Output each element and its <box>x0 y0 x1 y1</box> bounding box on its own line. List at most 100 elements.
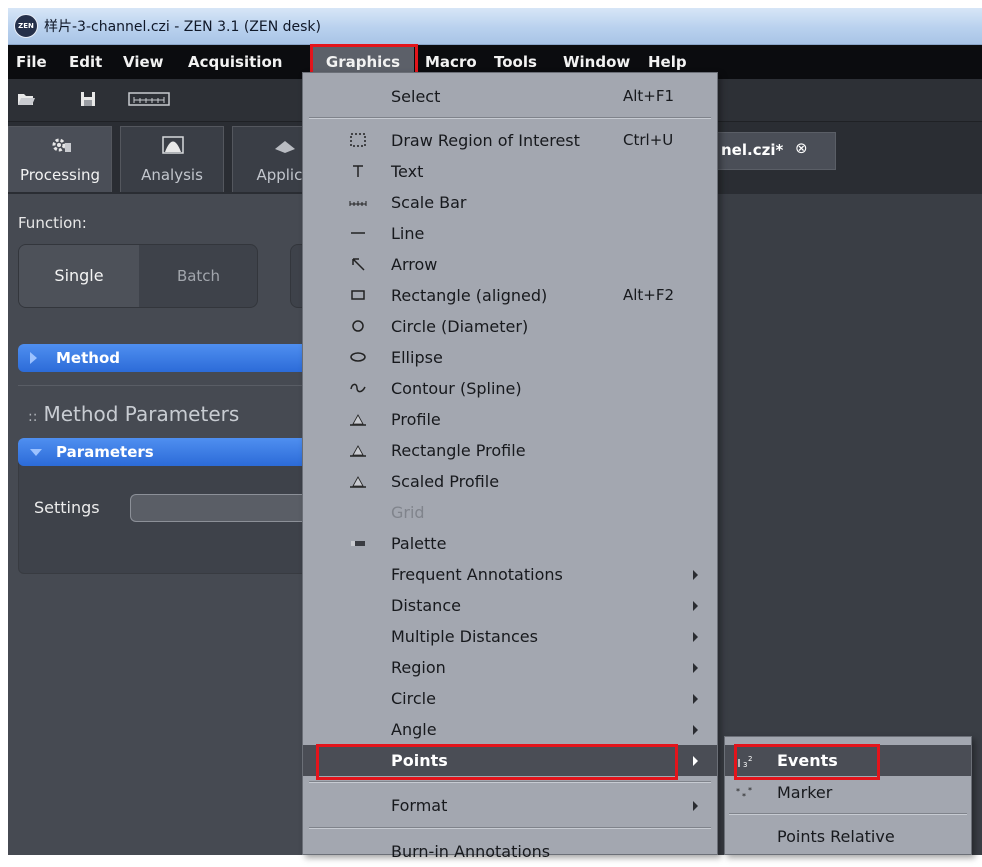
menu-item-label: Grid <box>391 503 425 522</box>
menu-separator <box>729 814 967 815</box>
spline-icon <box>350 383 366 393</box>
submenu-arrow-icon <box>693 663 698 673</box>
menu-item-label: Profile <box>391 410 441 429</box>
menu-item-arrow[interactable]: Arrow <box>303 249 717 280</box>
text-icon <box>353 165 363 177</box>
menu-item-distance[interactable]: Distance <box>303 590 717 621</box>
menu-item-multiple-distances[interactable]: Multiple Distances <box>303 621 717 652</box>
menu-item-label: Line <box>391 224 425 243</box>
menu-item-ellipse[interactable]: Ellipse <box>303 342 717 373</box>
shortcut-label: Alt+F2 <box>623 286 675 304</box>
menu-item-region[interactable]: Region <box>303 652 717 683</box>
ellipse-icon <box>350 352 366 362</box>
events-icon: 32 <box>738 755 752 769</box>
menu-item-label: Frequent Annotations <box>391 565 563 584</box>
menu-item-frequent-annotations[interactable]: Frequent Annotations <box>303 559 717 590</box>
batch-button[interactable]: Batch <box>140 245 257 307</box>
roi-icon <box>350 133 366 147</box>
menu-item-grid: Grid <box>303 497 717 528</box>
menu-separator <box>309 782 711 783</box>
menu-item-label: Palette <box>391 534 447 553</box>
menu-view[interactable]: View <box>123 45 164 79</box>
tab-processing-label: Processing <box>19 166 101 184</box>
document-tab[interactable]: nel.czi* ⊗ <box>708 132 836 170</box>
points-submenu: 32 Events * * * Marker Points Relative <box>724 736 972 855</box>
submenu-arrow-icon <box>693 694 698 704</box>
menu-item-format[interactable]: Format <box>303 790 717 821</box>
method-parameters-title: :: Method Parameters <box>28 402 239 426</box>
close-icon[interactable]: ⊗ <box>795 139 808 157</box>
submenu-arrow-icon <box>693 570 698 580</box>
menu-item-label: Circle <box>391 689 436 708</box>
method-label: Method <box>56 349 120 367</box>
menu-item-label: Points <box>391 751 448 770</box>
menu-item-points[interactable]: Points <box>303 745 717 776</box>
scale-bar-icon[interactable] <box>128 89 170 109</box>
menu-item-scale-bar[interactable]: Scale Bar <box>303 187 717 218</box>
scaled-profile-icon <box>350 476 366 488</box>
settings-dropdown[interactable] <box>130 494 321 522</box>
shortcut-label: Alt+F1 <box>623 87 675 105</box>
settings-label: Settings <box>34 498 100 517</box>
method-parameters-label: Method Parameters <box>43 402 240 426</box>
open-folder-icon[interactable] <box>16 89 36 109</box>
submenu-item-marker[interactable]: * * * Marker <box>725 777 971 808</box>
circle-icon <box>352 320 364 332</box>
tab-processing[interactable]: Processing <box>8 126 112 192</box>
menu-acquisition[interactable]: Acquisition <box>188 45 282 79</box>
gear-icon <box>52 138 71 152</box>
menu-item-select[interactable]: Select Alt+F1 <box>303 81 717 112</box>
submenu-arrow-icon <box>693 801 698 811</box>
menu-item-burn-in[interactable]: Burn-in Annotations <box>303 836 717 867</box>
rectangle-profile-icon <box>350 445 366 457</box>
profile-icon <box>350 414 366 426</box>
menu-item-label: Rectangle (aligned) <box>391 286 548 305</box>
tab-analysis[interactable]: Analysis <box>120 126 224 192</box>
menu-item-draw-region[interactable]: Draw Region of Interest Ctrl+U <box>303 125 717 156</box>
menu-item-label: Region <box>391 658 446 677</box>
menu-item-angle[interactable]: Angle <box>303 714 717 745</box>
menu-item-contour[interactable]: Contour (Spline) <box>303 373 717 404</box>
rectangle-icon <box>351 290 365 300</box>
menu-item-label: Distance <box>391 596 461 615</box>
submenu-item-label: Points Relative <box>777 827 895 846</box>
menu-item-text[interactable]: Text <box>303 156 717 187</box>
single-button[interactable]: Single <box>19 245 139 307</box>
svg-text:*: * <box>748 786 752 795</box>
menu-item-label: Scale Bar <box>391 193 467 212</box>
menu-item-label: Text <box>391 162 424 181</box>
menu-file[interactable]: File <box>16 45 47 79</box>
submenu-item-label: Events <box>777 751 838 770</box>
menu-item-line[interactable]: Line <box>303 218 717 249</box>
submenu-arrow-icon <box>693 725 698 735</box>
menu-item-circle[interactable]: Circle <box>303 683 717 714</box>
submenu-item-points-relative[interactable]: Points Relative <box>725 821 971 852</box>
menu-item-profile[interactable]: Profile <box>303 404 717 435</box>
shortcut-label: Ctrl+U <box>623 131 674 149</box>
menu-item-circle-diameter[interactable]: Circle (Diameter) <box>303 311 717 342</box>
submenu-arrow-icon <box>693 632 698 642</box>
menu-item-palette[interactable]: Palette <box>303 528 717 559</box>
submenu-item-events[interactable]: 32 Events <box>725 745 971 776</box>
menu-edit[interactable]: Edit <box>69 45 102 79</box>
submenu-item-label: Marker <box>777 783 833 802</box>
menu-item-rectangle-profile[interactable]: Rectangle Profile <box>303 435 717 466</box>
document-tab-label: nel.czi* <box>721 141 784 159</box>
histogram-icon <box>162 136 184 154</box>
save-icon[interactable] <box>78 89 98 109</box>
line-icon <box>351 232 365 234</box>
graphics-menu: Select Alt+F1 Draw Region of Interest Ct… <box>302 72 718 861</box>
menu-item-label: Select <box>391 87 441 106</box>
menu-item-scaled-profile[interactable]: Scaled Profile <box>303 466 717 497</box>
method-section-header[interactable]: Method <box>18 344 328 372</box>
menu-item-label: Circle (Diameter) <box>391 317 529 336</box>
menu-item-rectangle[interactable]: Rectangle (aligned) Alt+F2 <box>303 280 717 311</box>
function-label: Function: <box>18 214 87 232</box>
parameters-label: Parameters <box>56 443 154 461</box>
title-bar: ZEN 样片-3-channel.czi - ZEN 3.1 (ZEN desk… <box>8 8 982 45</box>
divider <box>18 385 318 386</box>
applications-icon <box>275 141 295 153</box>
parameters-section-header[interactable]: Parameters <box>18 438 328 466</box>
menu-item-label: Multiple Distances <box>391 627 538 646</box>
tab-analysis-label: Analysis <box>141 166 203 184</box>
